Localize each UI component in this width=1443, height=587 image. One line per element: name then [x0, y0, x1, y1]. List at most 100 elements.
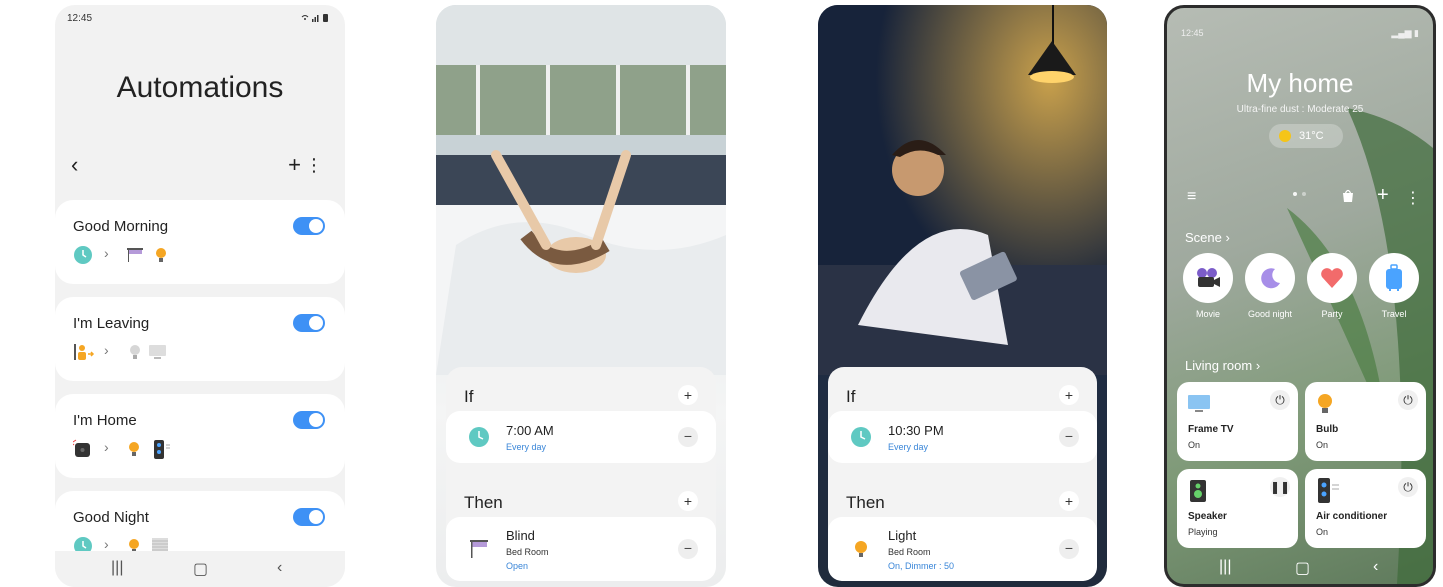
automation-card-im-leaving[interactable]: I'm Leaving › — [55, 297, 345, 381]
device-state: Playing — [1188, 527, 1218, 537]
add-action-button[interactable]: + — [678, 491, 698, 511]
action-device: Blind — [506, 528, 535, 543]
automation-name: I'm Home — [73, 412, 137, 429]
status-bar: 12:45 ▂▄▆ ▮ — [1181, 28, 1419, 38]
home-icon[interactable]: ▢ — [193, 559, 208, 579]
scene-label: Scene — [1185, 230, 1222, 245]
back-icon[interactable]: ‹ — [71, 153, 78, 177]
device-state: On — [1188, 440, 1201, 450]
recents-icon[interactable]: ||| — [111, 559, 123, 577]
suitcase-icon — [1369, 253, 1419, 303]
scene-movie[interactable]: Movie — [1181, 253, 1235, 319]
action-room: Bed Room — [506, 547, 549, 557]
then-heading: Then — [464, 493, 503, 512]
my-home-screen: 12:45 ▂▄▆ ▮ My home Ultra-fine dust : Mo… — [1164, 5, 1436, 587]
menu-icon[interactable]: ≡ — [1187, 188, 1196, 206]
signal-battery-icon — [301, 14, 328, 22]
status-time: 12:45 — [67, 13, 93, 24]
automation-card-good-morning[interactable]: Good Morning › — [55, 200, 345, 284]
person-leaving-icon — [74, 344, 95, 360]
morning-photo — [436, 5, 726, 375]
scene-section-title[interactable]: Scene › — [1185, 230, 1230, 245]
scene-party[interactable]: Party — [1305, 253, 1359, 319]
scene-label: Movie — [1195, 309, 1220, 319]
toolbar: ‹ + ⋮ — [69, 153, 331, 177]
automation-card-im-home[interactable]: I'm Home › — [55, 394, 345, 478]
room-label: Living room — [1185, 358, 1253, 373]
power-icon[interactable]: ⏻ — [1398, 477, 1418, 497]
device-card-bulb[interactable]: ⏻ Bulb On — [1305, 382, 1426, 461]
action-device: Light — [888, 528, 917, 543]
device-card-frame-tv[interactable]: ⏻ Frame TV On — [1177, 382, 1298, 461]
room-section-title[interactable]: Living room › — [1185, 358, 1260, 373]
pause-icon[interactable]: ❚❚ — [1270, 477, 1290, 497]
sun-icon — [1279, 130, 1291, 142]
scene-label: Travel — [1381, 309, 1407, 319]
more-vert-icon[interactable]: ⋮ — [305, 153, 323, 177]
automation-toggle[interactable] — [293, 508, 325, 526]
automation-toggle[interactable] — [293, 314, 325, 332]
dust-info: Ultra-fine dust : Moderate 25 — [1236, 104, 1364, 115]
status-time: 12:45 — [1181, 28, 1204, 38]
temperature: 31°C — [1299, 130, 1324, 142]
device-card-air-conditioner[interactable]: ⏻ Air conditioner On — [1305, 469, 1426, 548]
shopping-bag-icon[interactable] — [1341, 188, 1355, 206]
remove-action-button[interactable]: − — [678, 539, 698, 559]
recents-icon[interactable]: ||| — [1219, 558, 1231, 576]
automation-toggle[interactable] — [293, 217, 325, 235]
blind-icon — [127, 248, 143, 262]
more-vert-icon[interactable]: ⋮ — [1405, 188, 1421, 208]
automation-toggle[interactable] — [293, 411, 325, 429]
action-state: Open — [506, 561, 529, 571]
action-item[interactable]: Light Bed Room On, Dimmer : 50 − — [828, 517, 1097, 581]
device-name: Frame TV — [1188, 424, 1234, 435]
back-nav-icon[interactable]: ‹ — [1373, 558, 1378, 576]
add-condition-button[interactable]: + — [1059, 385, 1079, 405]
back-nav-icon[interactable]: ‹ — [277, 559, 282, 577]
bulb-icon — [156, 248, 166, 262]
clock-icon — [74, 246, 92, 264]
condition-repeat: Every day — [888, 442, 929, 452]
add-condition-button[interactable]: + — [678, 385, 698, 405]
add-icon[interactable]: + — [1377, 184, 1389, 207]
camera-icon — [1183, 253, 1233, 303]
action-item[interactable]: Blind Bed Room Open − — [446, 517, 716, 581]
rule-sheet: If + 7:00 AM Every day − Then + Blind Be… — [446, 367, 716, 581]
action-state: On, Dimmer : 50 — [888, 561, 955, 571]
scene-label: Party — [1321, 309, 1343, 319]
condition-time: 10:30 PM — [888, 423, 944, 438]
page-title: Automations — [116, 71, 284, 104]
if-heading: If — [464, 387, 474, 406]
action-room: Bed Room — [888, 547, 931, 557]
remove-condition-button[interactable]: − — [678, 427, 698, 447]
device-card-speaker[interactable]: ❚❚ Speaker Playing — [1177, 469, 1298, 548]
power-icon[interactable]: ⏻ — [1398, 390, 1418, 410]
scene-travel[interactable]: Travel — [1367, 253, 1421, 319]
chevron-right-icon: › — [104, 342, 109, 358]
remove-condition-button[interactable]: − — [1059, 427, 1079, 447]
plus-icon[interactable]: + — [288, 153, 301, 177]
page-indicator — [1293, 183, 1311, 201]
clock-icon — [469, 427, 489, 447]
scene-good-night[interactable]: Good night — [1243, 253, 1297, 319]
blind-icon — [470, 540, 488, 558]
bulb-icon — [855, 541, 867, 557]
tv-icon — [149, 345, 166, 359]
add-action-button[interactable]: + — [1059, 491, 1079, 511]
then-heading: Then — [846, 493, 885, 512]
status-icons — [301, 13, 331, 24]
remove-action-button[interactable]: − — [1059, 539, 1079, 559]
heart-icon — [1307, 253, 1357, 303]
rule-sheet: If + 10:30 PM Every day − Then + Light B… — [828, 367, 1097, 581]
automation-name: I'm Leaving — [73, 315, 150, 332]
home-icon[interactable]: ▢ — [1295, 558, 1310, 578]
weather-chip[interactable]: 31°C — [1269, 124, 1343, 148]
condition-item[interactable]: 10:30 PM Every day − — [828, 411, 1097, 463]
device-state: On — [1316, 440, 1329, 450]
condition-item[interactable]: 7:00 AM Every day − — [446, 411, 716, 463]
sensor-icon — [73, 439, 90, 457]
device-name: Bulb — [1316, 424, 1339, 435]
bulb-icon — [129, 442, 139, 456]
chevron-right-icon: › — [104, 245, 109, 261]
power-icon[interactable]: ⏻ — [1270, 390, 1290, 410]
